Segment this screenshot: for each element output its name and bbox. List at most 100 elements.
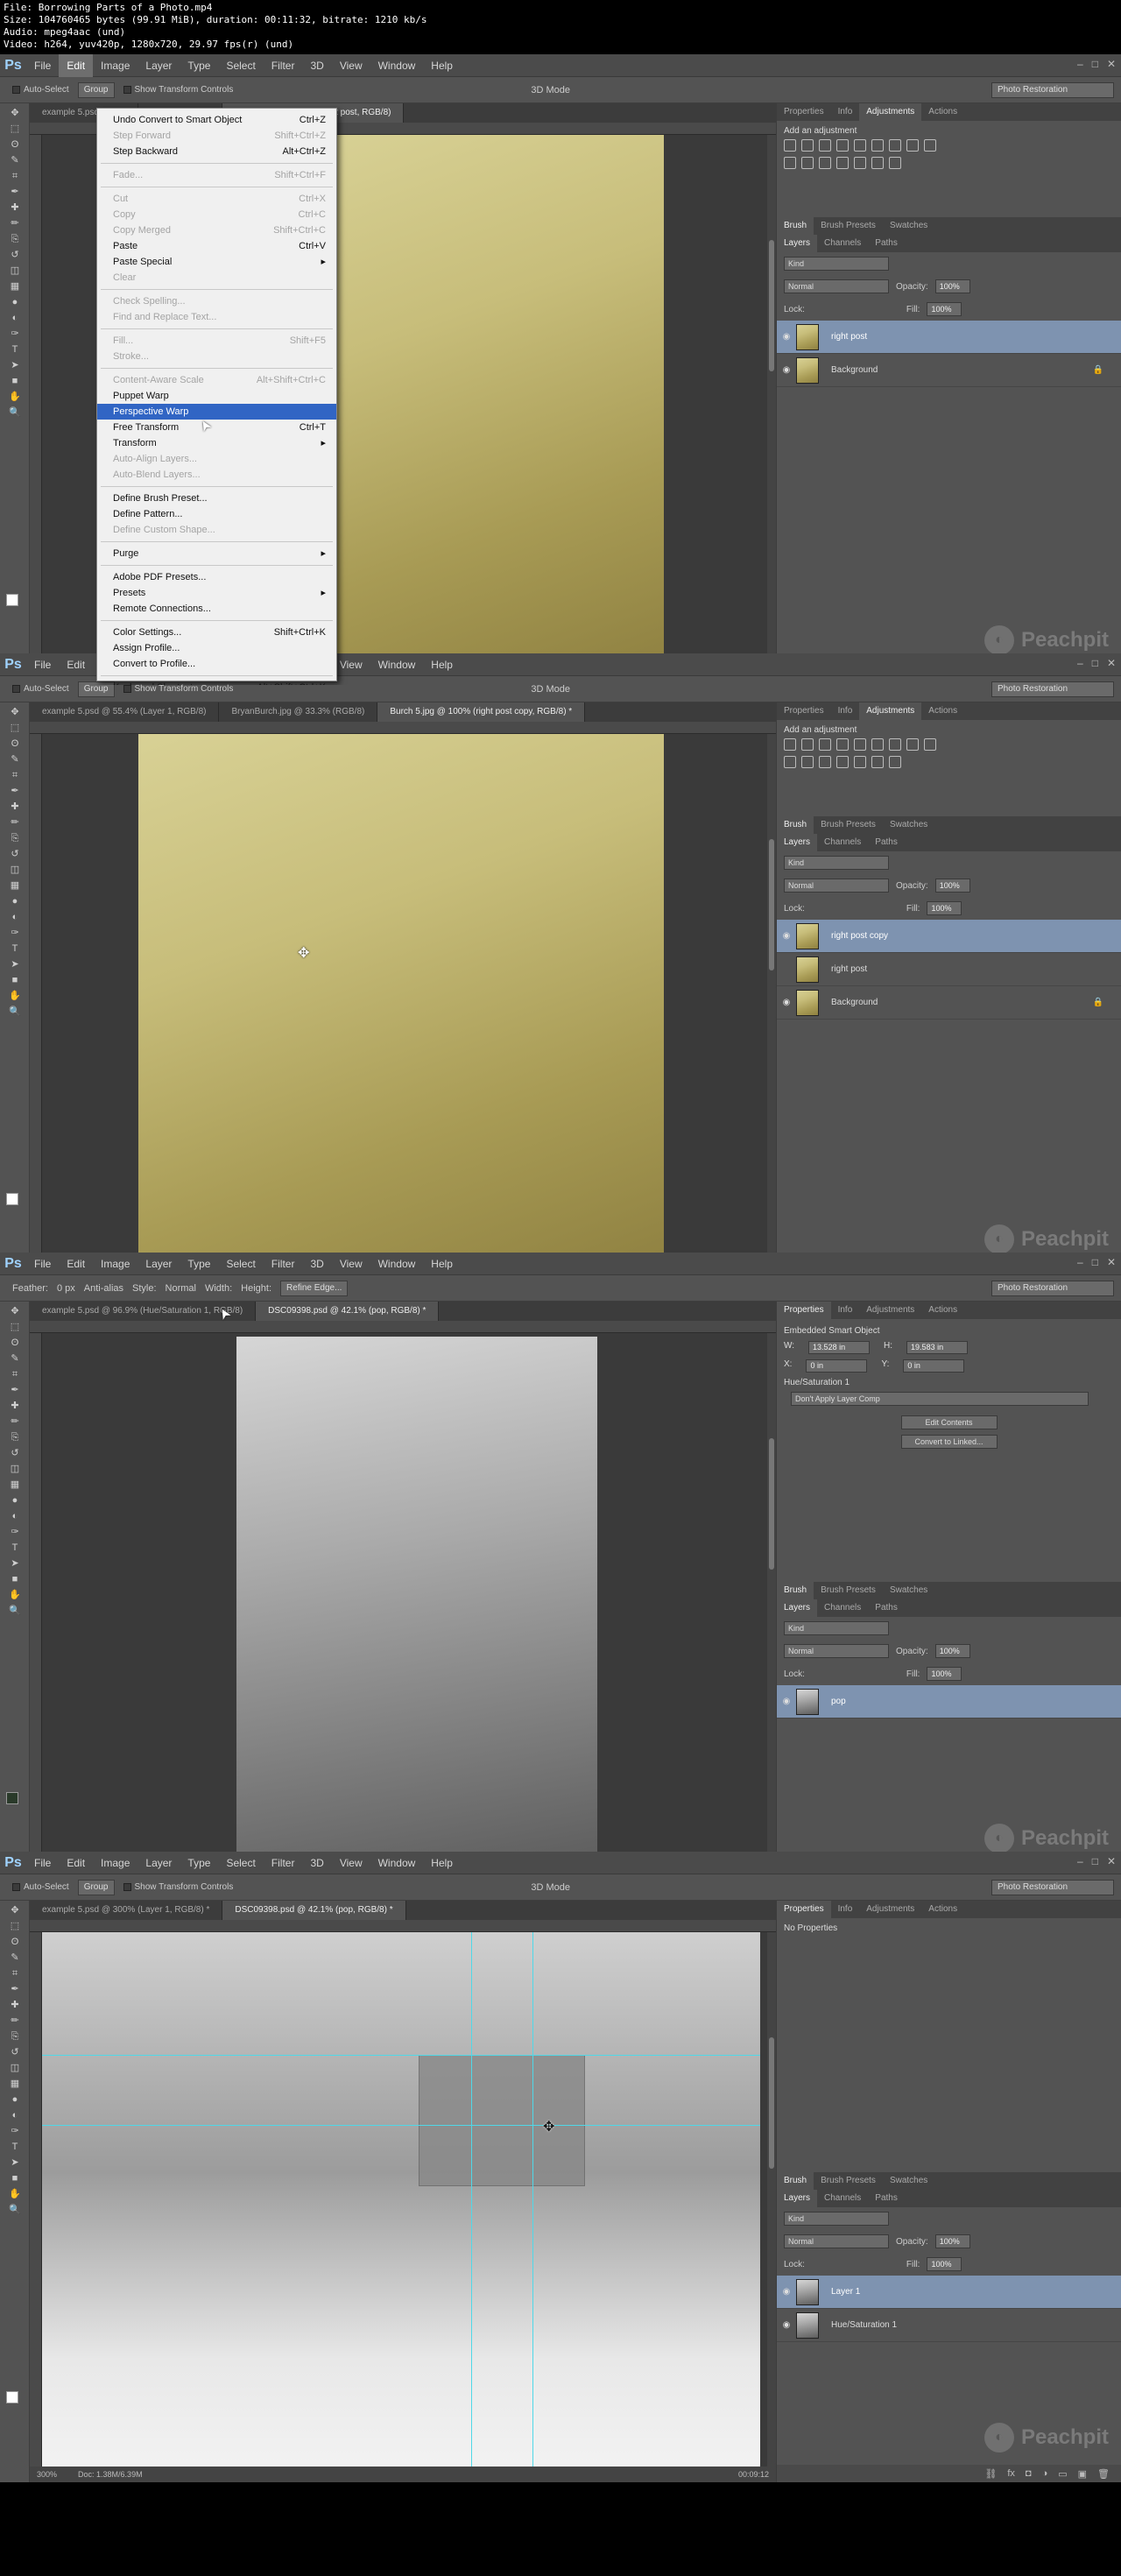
close-icon[interactable]: ✕ bbox=[1107, 1256, 1116, 1268]
document-tab[interactable]: example 5.psd @ 55.4% (Layer 1, RGB/8) bbox=[30, 702, 220, 722]
heal-tool-icon[interactable]: ✚ bbox=[8, 801, 22, 813]
pen-tool-icon[interactable]: ✑ bbox=[8, 328, 22, 340]
adjustment-icon[interactable] bbox=[801, 738, 814, 751]
move-tool-icon[interactable]: ✥ bbox=[8, 706, 22, 718]
fill-field[interactable]: 100% bbox=[927, 2257, 962, 2271]
panel-tab[interactable]: Info bbox=[831, 702, 860, 720]
layer-row[interactable]: right post bbox=[777, 953, 1121, 986]
brush-tool-icon[interactable]: ✏ bbox=[8, 2015, 22, 2027]
panel-tab[interactable]: Actions bbox=[921, 1901, 964, 1918]
close-icon[interactable]: ✕ bbox=[1107, 58, 1116, 70]
document-tab[interactable]: DSC09398.psd @ 42.1% (pop, RGB/8) * bbox=[256, 1302, 440, 1321]
maximize-icon[interactable]: □ bbox=[1092, 1256, 1098, 1268]
layer-row[interactable]: ◉ right post bbox=[777, 321, 1121, 354]
path-select-tool-icon[interactable]: ➤ bbox=[8, 359, 22, 371]
opacity-field[interactable]: 100% bbox=[934, 879, 970, 893]
layer-name[interactable]: right post bbox=[831, 332, 867, 342]
vertical-scrollbar[interactable] bbox=[767, 1932, 776, 2467]
edit-menu-item[interactable]: Perspective Warp bbox=[97, 404, 336, 420]
blend-mode-select[interactable]: Normal bbox=[784, 879, 889, 893]
blur-tool-icon[interactable]: ● bbox=[8, 296, 22, 308]
heal-tool-icon[interactable]: ✚ bbox=[8, 201, 22, 214]
dodge-tool-icon[interactable]: ◐ bbox=[8, 1510, 22, 1522]
adjustment-icon[interactable] bbox=[871, 738, 884, 751]
foreground-color[interactable] bbox=[6, 1792, 18, 1804]
panel-tab[interactable]: Properties bbox=[777, 1302, 831, 1319]
kind-filter[interactable]: Kind bbox=[784, 257, 889, 271]
panel-tab[interactable]: Adjustments bbox=[859, 1901, 921, 1918]
panel-tab[interactable]: Info bbox=[831, 103, 860, 121]
panel-tab[interactable]: Swatches bbox=[883, 217, 934, 235]
layer-name[interactable]: Layer 1 bbox=[831, 2287, 860, 2297]
visibility-eye-icon[interactable]: ◉ bbox=[777, 332, 796, 342]
type-tool-icon[interactable]: T bbox=[8, 942, 22, 955]
edit-menu-item[interactable]: Paste Special ▸ bbox=[97, 254, 336, 270]
menu-edit[interactable]: Edit bbox=[59, 1253, 93, 1275]
edit-menu-item[interactable]: Remote Connections... bbox=[97, 601, 336, 617]
checkbox-box[interactable] bbox=[123, 685, 131, 693]
group-select[interactable]: Group bbox=[77, 1879, 115, 1895]
adjustment-icon[interactable] bbox=[819, 139, 831, 152]
lasso-tool-icon[interactable]: ʘ bbox=[8, 1936, 22, 1948]
panel-tab[interactable]: Brush bbox=[777, 1582, 814, 1599]
crop-tool-icon[interactable]: ⌗ bbox=[8, 170, 22, 182]
menu-filter[interactable]: Filter bbox=[264, 1852, 303, 1874]
brush-tool-icon[interactable]: ✏ bbox=[8, 217, 22, 229]
auto-select-checkbox[interactable]: Auto-Select bbox=[12, 684, 69, 694]
adjustment-layer-icon[interactable]: ◑ bbox=[1042, 2468, 1048, 2479]
edit-menu-item[interactable]: Assign Profile... bbox=[97, 640, 336, 656]
layer-name[interactable]: Background bbox=[831, 365, 878, 375]
panel-tab[interactable]: Paths bbox=[868, 834, 905, 851]
gradient-tool-icon[interactable]: ▦ bbox=[8, 280, 22, 293]
hand-tool-icon[interactable]: ✋ bbox=[8, 2188, 22, 2200]
folder-icon[interactable]: ▭ bbox=[1058, 2468, 1067, 2480]
zoom-level[interactable]: 300% bbox=[37, 2467, 57, 2482]
adjustment-icon[interactable] bbox=[906, 738, 919, 751]
panel-tab[interactable]: Properties bbox=[777, 103, 831, 121]
link-icon[interactable]: ⛓ bbox=[984, 2468, 997, 2480]
marquee-tool-icon[interactable]: ⬚ bbox=[8, 722, 22, 734]
brush-tool-icon[interactable]: ✏ bbox=[8, 816, 22, 829]
opacity-field[interactable]: 100% bbox=[934, 279, 970, 293]
hand-tool-icon[interactable]: ✋ bbox=[8, 391, 22, 403]
panel-tab[interactable]: Brush bbox=[777, 2172, 814, 2190]
foreground-color[interactable] bbox=[6, 2391, 18, 2403]
option-3[interactable]: Style: bbox=[132, 1283, 157, 1294]
menu-image[interactable]: Image bbox=[93, 1852, 137, 1874]
menu-filter[interactable]: Filter bbox=[264, 54, 303, 77]
panel-tab[interactable]: Layers bbox=[777, 834, 818, 851]
edit-menu-item[interactable]: Puppet Warp bbox=[97, 388, 336, 404]
eyedropper-tool-icon[interactable]: ✒ bbox=[8, 186, 22, 198]
opacity-field[interactable]: 100% bbox=[934, 2234, 970, 2248]
panel-tab[interactable]: Properties bbox=[777, 702, 831, 720]
blend-mode-select[interactable]: Normal bbox=[784, 2234, 889, 2248]
menu-view[interactable]: View bbox=[332, 54, 370, 77]
panel-tab[interactable]: Paths bbox=[868, 1599, 905, 1617]
panel-tab[interactable]: Layers bbox=[777, 235, 818, 252]
heal-tool-icon[interactable]: ✚ bbox=[8, 1999, 22, 2011]
layer-row[interactable]: ◉ Hue/Saturation 1 bbox=[777, 2309, 1121, 2342]
adjustment-icon[interactable] bbox=[889, 139, 901, 152]
pen-tool-icon[interactable]: ✑ bbox=[8, 1526, 22, 1538]
panel-tab[interactable]: Channels bbox=[817, 1599, 868, 1617]
menu-help[interactable]: Help bbox=[423, 653, 461, 676]
edit-menu-item[interactable]: Color Settings... Shift+Ctrl+K bbox=[97, 625, 336, 640]
panel-tab[interactable]: Info bbox=[831, 1901, 860, 1918]
convert-linked-button[interactable]: Convert to Linked... bbox=[900, 1435, 998, 1449]
workspace-select[interactable]: Photo Restoration bbox=[991, 1880, 1114, 1895]
minimize-icon[interactable]: – bbox=[1077, 1855, 1083, 1867]
path-select-tool-icon[interactable]: ➤ bbox=[8, 958, 22, 970]
vertical-scrollbar[interactable] bbox=[767, 734, 776, 1268]
fill-field[interactable]: 100% bbox=[927, 302, 962, 316]
checkbox-box[interactable] bbox=[12, 86, 20, 94]
blur-tool-icon[interactable]: ● bbox=[8, 895, 22, 907]
blend-mode-select[interactable]: Normal bbox=[784, 279, 889, 293]
marquee-tool-icon[interactable]: ⬚ bbox=[8, 1321, 22, 1333]
menu-window[interactable]: Window bbox=[370, 653, 424, 676]
adjustment-icon[interactable] bbox=[924, 738, 936, 751]
menu-select[interactable]: Select bbox=[218, 1253, 263, 1275]
workspace-select[interactable]: Photo Restoration bbox=[991, 1281, 1114, 1296]
panel-tab[interactable]: Paths bbox=[868, 2190, 905, 2207]
panel-tab[interactable]: Swatches bbox=[883, 816, 934, 834]
menu-3d[interactable]: 3D bbox=[302, 1852, 331, 1874]
